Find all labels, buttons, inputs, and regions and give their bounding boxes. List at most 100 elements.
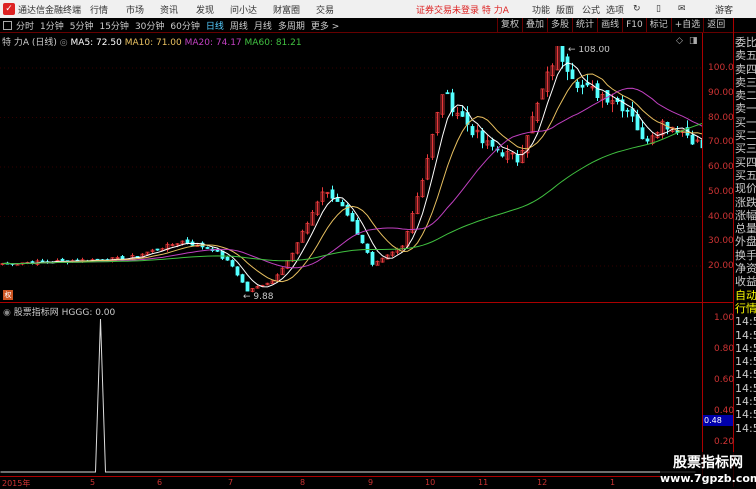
candle-body	[585, 82, 590, 86]
menu-market-quotes[interactable]: 行情	[90, 3, 108, 16]
candle-body	[60, 258, 65, 261]
candle-body	[370, 251, 375, 265]
quote-label: 14:50	[735, 381, 756, 395]
period-1min[interactable]: 1分钟	[40, 19, 64, 32]
date-tick: 8	[300, 478, 306, 487]
tool-draw[interactable]: 画线	[597, 18, 622, 33]
menu-wealth[interactable]: 财富圈	[273, 3, 300, 16]
quote-label: 14:50	[735, 421, 756, 435]
date-axis: 2015年 5 6 7 8 9 10 11 12 1	[0, 476, 660, 488]
tool-stats[interactable]: 统计	[572, 18, 597, 33]
menu-trade[interactable]: 交易	[316, 3, 334, 16]
quote-label: 买四	[735, 155, 756, 169]
date-tick: 9	[368, 478, 374, 487]
candle-body	[500, 152, 505, 157]
menu-formula[interactable]: 公式	[582, 3, 600, 16]
tool-f10[interactable]: F10	[622, 18, 646, 33]
quote-label: 14:50	[735, 408, 756, 422]
candle-body	[625, 109, 630, 112]
title-bar: ✓ 通达信金融终端 行情 市场 资讯 发现 问小达 财富圈 交易 证券交易未登录…	[0, 0, 756, 18]
period-monthly[interactable]: 月线	[254, 19, 272, 32]
indicator-title: ◉ 股票指标网 HGGG: 0.00	[3, 305, 115, 318]
price-tick: 70.00	[708, 137, 734, 148]
refresh-icon[interactable]: ↻	[633, 4, 641, 14]
price-tick: 50.00	[708, 186, 734, 197]
tool-back[interactable]: 返回	[703, 18, 728, 33]
current-indicator-badge: 0.48	[703, 415, 733, 426]
menu-options[interactable]: 选项	[606, 3, 624, 16]
indicator-settings-icon[interactable]: ◉	[3, 308, 11, 318]
high-price-label: ← 108.00	[568, 46, 610, 55]
quote-label: 收益	[735, 275, 756, 289]
menu-news[interactable]: 资讯	[160, 3, 178, 16]
period-more[interactable]: 更多 >	[311, 19, 339, 32]
quote-label: 买五	[735, 168, 756, 182]
quote-label: 买一	[735, 115, 756, 129]
period-15min[interactable]: 15分钟	[99, 19, 128, 32]
menu-function[interactable]: 功能	[532, 3, 550, 16]
tool-mark[interactable]: 标记	[645, 18, 671, 33]
ex-rights-marker-icon[interactable]: 权	[3, 290, 13, 300]
indicator-tick: 0.60	[714, 375, 735, 385]
hggg-line	[0, 318, 696, 473]
tool-multi-stock[interactable]: 多股	[547, 18, 572, 33]
period-weekly[interactable]: 周线	[230, 19, 248, 32]
candle-body	[640, 127, 645, 140]
candle-body	[490, 139, 495, 147]
period-5min[interactable]: 5分钟	[70, 19, 94, 32]
menu-market[interactable]: 市场	[126, 3, 144, 16]
date-tick: 1	[610, 478, 616, 487]
menu-layout[interactable]: 版面	[556, 3, 574, 16]
indicator-name: 股票指标网	[13, 308, 59, 318]
quote-label: 14:50	[735, 368, 756, 382]
candle-body	[360, 234, 365, 244]
price-tick: 100.0	[708, 63, 734, 73]
period-60min[interactable]: 60分钟	[170, 19, 199, 32]
menu-discover[interactable]: 发现	[196, 3, 214, 16]
candle-body	[460, 111, 465, 117]
candle-body	[240, 274, 245, 283]
tool-add-watchlist[interactable]: +自选	[670, 18, 704, 33]
message-icon[interactable]: ✉	[678, 4, 686, 14]
period-multi[interactable]: 多周期	[278, 19, 305, 32]
price-chart[interactable]: ← 108.00 ← 9.88	[0, 46, 702, 476]
panel-toggle-icon[interactable]	[3, 20, 12, 30]
low-price-label: ← 9.88	[243, 292, 274, 302]
quote-label: 净资	[735, 262, 756, 276]
tool-overlay[interactable]: 叠加	[522, 18, 547, 33]
quote-label: 现价	[735, 182, 756, 196]
date-tick: 10	[425, 478, 436, 487]
date-tick: 7	[228, 478, 234, 487]
period-daily[interactable]: 日线	[206, 19, 224, 32]
app-logo-icon: ✓	[3, 3, 15, 15]
ma60-line	[2, 123, 702, 265]
candle-body	[480, 130, 485, 144]
indicator-tick: 1.00	[714, 313, 735, 323]
menu-ask[interactable]: 问小达	[230, 3, 257, 16]
candle-body	[690, 134, 695, 145]
price-tick: 20.00	[708, 261, 734, 271]
login-alert[interactable]: 证券交易未登录 特 力A	[416, 3, 509, 16]
candle-body	[365, 243, 370, 253]
candle-body	[205, 247, 210, 249]
window-icon[interactable]: ◨	[689, 36, 698, 46]
watermark: 股票指标网 www.7gpzb.com	[660, 452, 756, 487]
app-title: 通达信金融终端	[18, 5, 82, 16]
quote-label: 14:50	[735, 315, 756, 329]
quote-label: 14:50	[735, 395, 756, 409]
quote-label: 14:50	[735, 355, 756, 369]
candle-body	[330, 189, 335, 199]
period-intraday[interactable]: 分时	[16, 19, 34, 32]
tool-adjust[interactable]: 复权	[497, 18, 522, 33]
quote-label: 买三	[735, 142, 756, 156]
diamond-icon[interactable]: ◇	[676, 36, 683, 46]
period-30min[interactable]: 30分钟	[135, 19, 164, 32]
candle-body	[350, 212, 355, 222]
quote-panel: 委比 卖五 卖四 卖三 卖二 卖一 买一 买二 买三 买四 买五 现价 涨跌 涨幅 总量 外盘 换手 净资 收益 自动…	[735, 36, 756, 435]
quote-label: 总量	[735, 222, 756, 236]
phone-icon[interactable]: ▯	[656, 4, 661, 14]
candle-body	[470, 126, 475, 136]
user-label[interactable]: 游客	[715, 3, 733, 16]
panel-divider[interactable]	[0, 302, 733, 303]
candle-body	[580, 84, 585, 88]
